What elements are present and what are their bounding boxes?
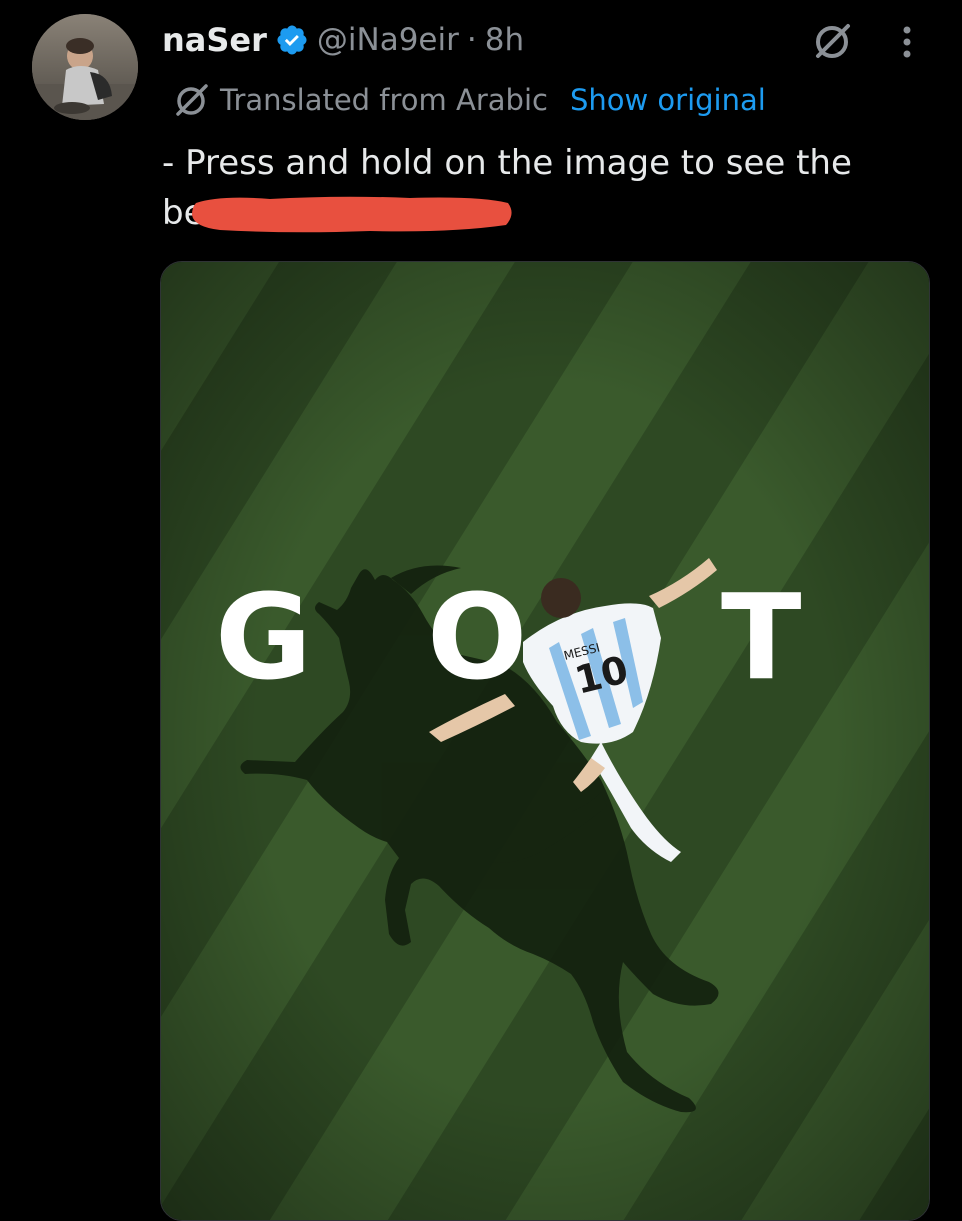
letter-o: O bbox=[427, 568, 527, 706]
more-vertical-icon[interactable] bbox=[895, 22, 919, 62]
tweet-timestamp[interactable]: 8h bbox=[485, 22, 524, 58]
separator-dot: · bbox=[466, 22, 477, 58]
tweet-media-image[interactable]: G O T 10 MESSI bbox=[160, 261, 930, 1221]
verified-badge-icon bbox=[275, 23, 309, 57]
translated-from-label: Translated from Arabic bbox=[220, 83, 548, 117]
letter-t: T bbox=[721, 568, 802, 706]
show-original-link[interactable]: Show original bbox=[570, 83, 766, 117]
grok-icon bbox=[172, 80, 212, 120]
author-handle[interactable]: @iNa9eir bbox=[317, 22, 459, 58]
tweet-header: naSer @iNa9eir · 8h bbox=[162, 20, 524, 60]
author-avatar[interactable] bbox=[32, 14, 138, 120]
letter-g: G bbox=[215, 568, 312, 706]
grok-icon[interactable] bbox=[810, 18, 856, 64]
redaction-mark bbox=[190, 193, 515, 235]
translation-bar: Translated from Arabic Show original bbox=[172, 80, 766, 120]
tweet-text-line-1: - Press and hold on the image to see the bbox=[162, 143, 852, 183]
author-display-name[interactable]: naSer bbox=[162, 21, 267, 59]
